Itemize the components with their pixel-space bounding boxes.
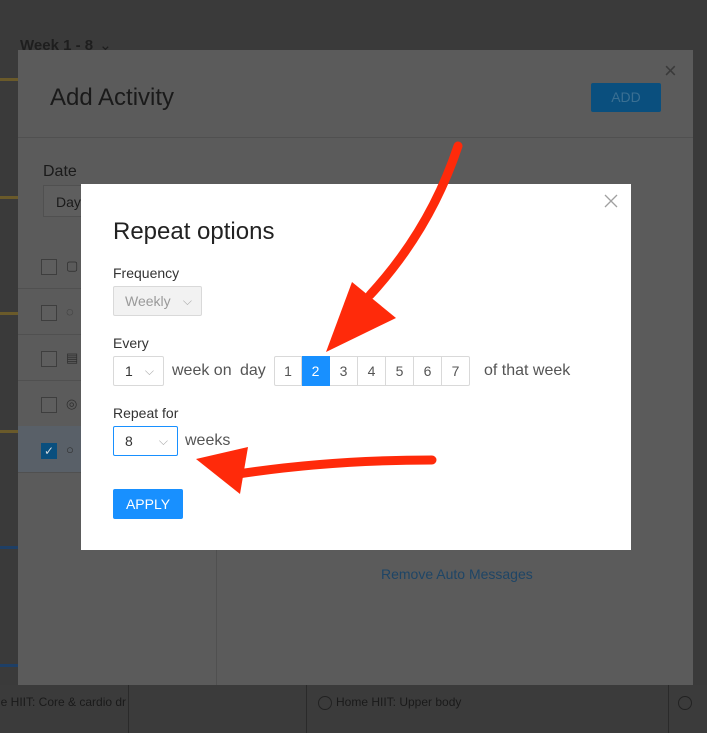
frequency-value: Weekly	[125, 293, 171, 309]
add-button: ADD	[591, 83, 661, 112]
day-option-5[interactable]: 5	[386, 356, 414, 386]
photo-icon: ◎	[66, 396, 78, 411]
calendar-event: ie HIIT: Core & cardio dr	[0, 695, 127, 709]
circle-icon	[678, 695, 692, 710]
chevron-down-icon: ⌵	[182, 294, 192, 308]
every-select[interactable]: 1 ⌵	[113, 356, 164, 386]
calendar-strip	[0, 664, 18, 667]
of-that-week-text: of that week	[484, 362, 571, 379]
checkbox	[41, 259, 57, 275]
workout-icon: ▢	[66, 258, 79, 273]
repeat-for-select[interactable]: 8 ⌵	[113, 426, 178, 456]
calendar-strip	[0, 546, 18, 549]
day-selector: 1 2 3 4 5 6 7	[274, 356, 470, 386]
calendar-strip	[0, 312, 18, 315]
every-value: 1	[125, 363, 133, 379]
close-icon-glyph	[604, 194, 618, 208]
repeat-for-label: Repeat for	[113, 405, 179, 421]
day-option-3[interactable]: 3	[330, 356, 358, 386]
calendar-strip	[0, 78, 18, 81]
dialog-title: Repeat options	[113, 218, 275, 245]
calendar-strip	[0, 430, 18, 433]
calendar-event	[678, 695, 696, 710]
date-label: Date	[43, 163, 77, 180]
calendar-event: Home HIIT: Upper body	[318, 695, 461, 710]
calendar-strip	[0, 196, 18, 199]
calendar-icon: ▤	[66, 350, 79, 365]
every-label: Every	[113, 335, 149, 351]
chevron-down-icon: ⌵	[158, 434, 168, 448]
close-icon: ×	[664, 58, 677, 83]
message-icon: ○	[66, 442, 74, 457]
weeks-text: weeks	[185, 432, 231, 449]
checkbox	[41, 305, 57, 321]
day-option-4[interactable]: 4	[358, 356, 386, 386]
repeat-for-value: 8	[125, 433, 133, 449]
checkbox-checked: ✓	[41, 443, 57, 459]
divider	[306, 685, 307, 733]
repeat-options-dialog: Repeat options Frequency Weekly ⌵ Every …	[81, 184, 631, 550]
checkbox	[41, 351, 57, 367]
checkbox	[41, 397, 57, 413]
frequency-label: Frequency	[113, 265, 180, 281]
divider	[668, 685, 669, 733]
apply-button[interactable]: APPLY	[113, 489, 183, 519]
chevron-down-icon: ⌵	[144, 364, 154, 378]
day-option-6[interactable]: 6	[414, 356, 442, 386]
close-icon[interactable]	[602, 192, 620, 210]
food-icon: ◌	[66, 304, 74, 319]
circle-icon	[318, 695, 332, 710]
day-option-7[interactable]: 7	[442, 356, 470, 386]
frequency-select[interactable]: Weekly ⌵	[113, 286, 202, 316]
day-option-2[interactable]: 2	[302, 356, 330, 386]
week-on-text: week on	[172, 362, 232, 379]
divider	[128, 685, 129, 733]
remove-auto-messages-link: Remove Auto Messages	[381, 566, 533, 582]
day-option-1[interactable]: 1	[274, 356, 302, 386]
day-text: day	[240, 362, 266, 379]
modal-title: Add Activity	[50, 84, 175, 111]
divider	[18, 137, 693, 138]
